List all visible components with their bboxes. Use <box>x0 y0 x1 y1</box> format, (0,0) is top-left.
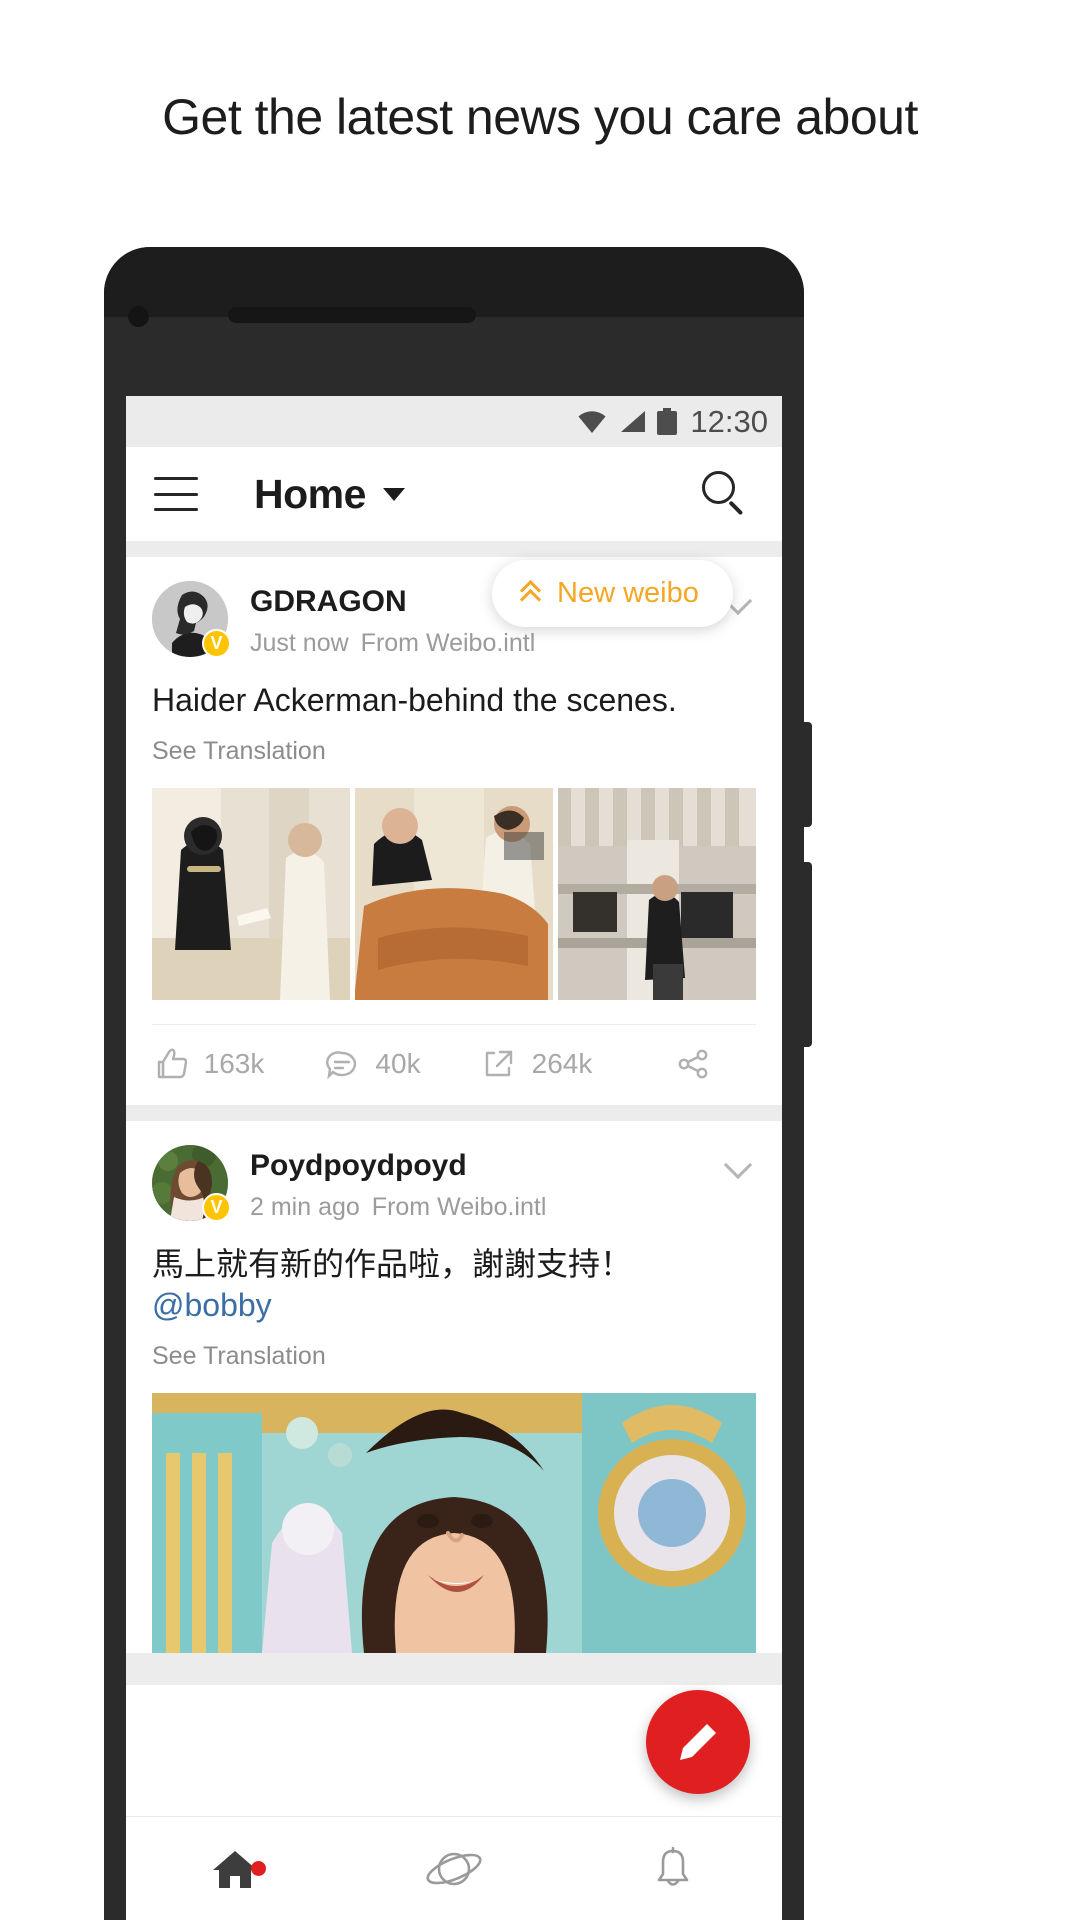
caret-down-icon[interactable] <box>382 487 405 501</box>
nav-item-discover[interactable] <box>345 1843 564 1895</box>
feed-list: V GDRAGON Just nowFrom Weibo.intl New w <box>126 541 782 1685</box>
media-image-2 <box>355 787 553 1000</box>
comment-icon <box>326 1051 357 1080</box>
wifi-icon <box>578 411 606 433</box>
phone-screen: 12:30 Home V GDRAGON Just now From Weibo… <box>126 396 782 1920</box>
verified-badge: V <box>202 1192 231 1222</box>
bell-notification-icon <box>657 1846 688 1886</box>
media-image-3 <box>558 787 756 1000</box>
promo-page: Get the latest news you care about 12:30 <box>0 0 1080 1920</box>
nav-item-notifications[interactable] <box>563 1843 782 1895</box>
page-title[interactable]: Home <box>254 471 366 518</box>
feed-post-card[interactable]: V Poydpoydpoyd 2 min ago From Weibo.intl … <box>126 1120 782 1653</box>
post-source: From Weibo.intl <box>371 1192 547 1221</box>
share-action[interactable] <box>618 1045 782 1083</box>
verified-badge: V <box>202 629 231 658</box>
see-translation-link[interactable]: See Translation <box>126 721 782 766</box>
bottom-navigation-bar <box>126 1816 782 1920</box>
post-time: Just now <box>250 629 349 657</box>
feed-gap <box>126 1652 782 1669</box>
feed-gap <box>126 541 782 557</box>
new-weibo-label: New weibo <box>557 577 699 609</box>
like-action[interactable]: 163k <box>126 1045 290 1083</box>
repost-count: 264k <box>531 1047 593 1079</box>
post-media-thumb[interactable] <box>558 787 756 1000</box>
post-mention-link[interactable]: @bobby <box>152 1287 272 1323</box>
feed-gap <box>126 1668 782 1685</box>
compose-pencil-icon <box>680 1724 716 1760</box>
signal-icon <box>621 411 646 432</box>
discover-planet-icon <box>426 1852 482 1885</box>
post-media-single[interactable] <box>152 1392 756 1653</box>
search-icon[interactable] <box>702 471 748 517</box>
promo-headline: Get the latest news you care about <box>162 89 918 145</box>
phone-side-button-power <box>802 862 812 1047</box>
avatar[interactable]: V <box>152 581 231 658</box>
feed-post-card[interactable]: V GDRAGON Just nowFrom Weibo.intl New w <box>126 557 782 1105</box>
avatar[interactable]: V <box>152 1144 231 1222</box>
post-source: From Weibo.intl <box>360 629 536 657</box>
post-text-body: 馬上就有新的作品啦，謝謝支持！ <box>152 1245 633 1282</box>
phone-earpiece-speaker <box>228 307 476 323</box>
post-media-thumb[interactable] <box>152 787 350 1000</box>
post-time: 2 min ago <box>250 1192 360 1221</box>
media-image-4 <box>152 1392 756 1653</box>
nav-item-home[interactable] <box>126 1843 345 1895</box>
post-media-grid <box>152 787 756 1000</box>
share-icon <box>678 1049 708 1079</box>
see-translation-link[interactable]: See Translation <box>126 1326 782 1371</box>
status-bar-clock: 12:30 <box>690 404 768 439</box>
hamburger-menu-icon[interactable] <box>154 477 198 511</box>
double-chevron-up-icon <box>519 579 542 610</box>
thumbs-up-icon <box>157 1048 187 1079</box>
post-header: V Poydpoydpoyd 2 min ago From Weibo.intl <box>126 1121 782 1222</box>
media-image-1 <box>152 787 350 1000</box>
status-bar: 12:30 <box>126 396 782 447</box>
comment-count: 40k <box>375 1047 421 1079</box>
post-more-chevron-down-icon[interactable] <box>724 1155 754 1173</box>
post-text: Haider Ackerman-behind the scenes. <box>152 682 677 718</box>
repost-action[interactable]: 264k <box>454 1045 618 1083</box>
like-count: 163k <box>203 1047 265 1079</box>
new-weibo-button[interactable]: New weibo <box>492 560 733 627</box>
post-subtitle: 2 min ago From Weibo.intl <box>250 1193 546 1222</box>
phone-side-button-volume <box>802 722 812 827</box>
post-meta: Poydpoydpoyd 2 min ago From Weibo.intl <box>250 1145 546 1222</box>
compose-fab-button[interactable] <box>646 1690 750 1794</box>
post-media-thumb[interactable] <box>355 787 553 1000</box>
phone-front-camera <box>128 306 149 327</box>
post-username[interactable]: Poydpoydpoyd <box>250 1149 546 1183</box>
comment-action[interactable]: 40k <box>290 1045 454 1083</box>
feed-gap <box>126 1104 782 1121</box>
post-header: V GDRAGON Just nowFrom Weibo.intl New w <box>126 557 782 658</box>
app-toolbar: Home <box>126 447 782 541</box>
battery-icon <box>657 408 678 435</box>
post-text: 馬上就有新的作品啦，謝謝支持！ @bobby <box>126 1222 782 1326</box>
nav-badge-dot <box>250 1860 266 1876</box>
post-subtitle: Just now From Weibo.intl <box>250 629 535 658</box>
post-action-bar: 163k 40k 264k <box>126 1025 782 1105</box>
repost-icon <box>485 1050 512 1077</box>
